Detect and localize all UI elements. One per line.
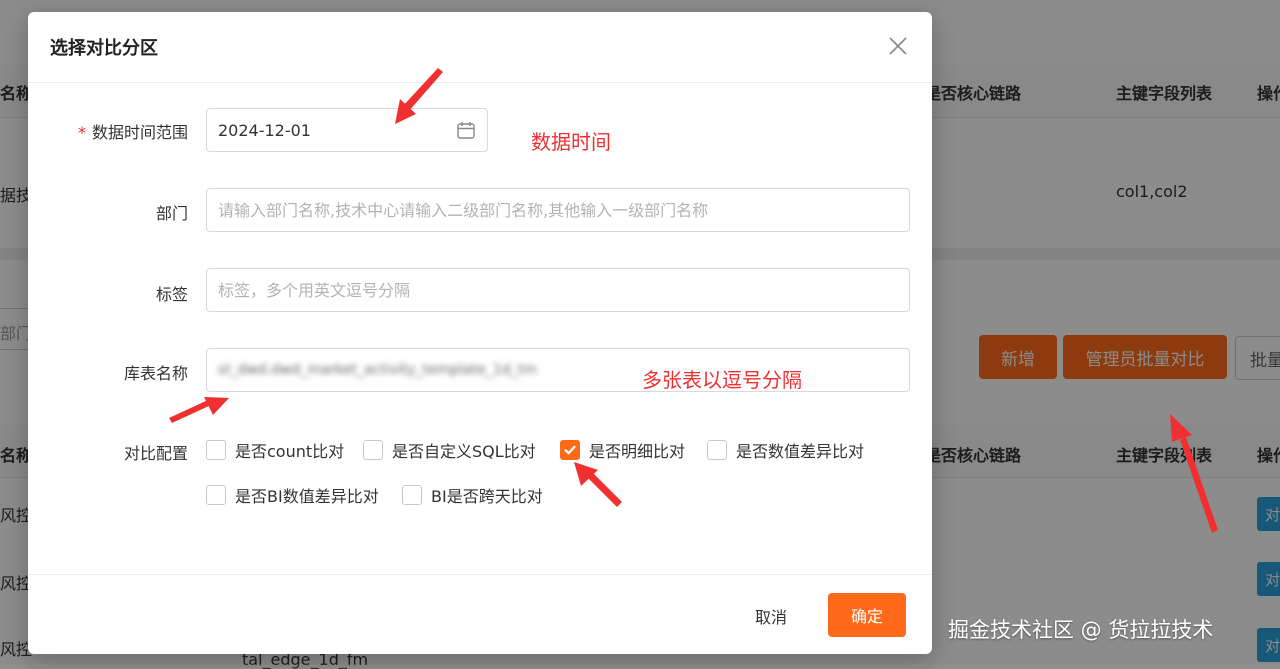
check-icon: [564, 445, 576, 455]
date-range-label: * 数据时间范围: [77, 123, 188, 142]
cancel-button[interactable]: 取消: [740, 594, 802, 638]
compare-config-label: 对比配置: [123, 444, 188, 463]
department-input[interactable]: [206, 188, 910, 232]
checkbox[interactable]: [363, 440, 383, 460]
option-count-compare[interactable]: 是否count比对: [206, 438, 344, 462]
close-button[interactable]: [886, 34, 910, 58]
required-star: *: [77, 123, 86, 142]
checkbox[interactable]: [707, 440, 727, 460]
checkbox[interactable]: [402, 485, 422, 505]
option-bi-cross-day-compare[interactable]: BI是否跨天比对: [402, 483, 543, 507]
annotation-table-note: 多张表以逗号分隔: [642, 368, 802, 392]
close-icon: [889, 37, 907, 55]
checkbox-checked[interactable]: [560, 440, 580, 460]
table-name-label: 库表名称: [123, 364, 188, 383]
modal-header: 选择对比分区: [28, 12, 932, 83]
option-bi-numeric-diff-compare[interactable]: 是否BI数值差异比对: [206, 483, 379, 507]
department-label: 部门: [155, 204, 188, 223]
option-detail-compare[interactable]: 是否明细比对: [560, 438, 685, 462]
checkbox[interactable]: [206, 485, 226, 505]
tag-input[interactable]: [206, 268, 910, 312]
date-picker[interactable]: 2024-12-01: [206, 108, 488, 152]
date-value: 2024-12-01: [218, 120, 311, 140]
calendar-icon: [457, 122, 475, 139]
table-name-value: ol_dwd.dwd_market_activity_template_1d_t…: [218, 362, 537, 378]
annotation-date-note: 数据时间: [531, 130, 611, 154]
footer-divider: [28, 574, 932, 575]
checkbox[interactable]: [206, 440, 226, 460]
modal-title: 选择对比分区: [50, 38, 158, 59]
tag-label: 标签: [155, 285, 188, 304]
site-credit-watermark: 掘金技术社区 @ 货拉拉技术: [948, 618, 1214, 642]
option-numeric-diff-compare[interactable]: 是否数值差异比对: [707, 438, 864, 462]
table-name-input[interactable]: ol_dwd.dwd_market_activity_template_1d_t…: [206, 348, 910, 392]
confirm-button[interactable]: 确定: [828, 593, 906, 637]
option-custom-sql-compare[interactable]: 是否自定义SQL比对: [363, 438, 536, 462]
compare-partition-modal: 选择对比分区 *数据时间范围 2024-12-01 部门 标签 库表名称 ol_…: [28, 12, 932, 654]
